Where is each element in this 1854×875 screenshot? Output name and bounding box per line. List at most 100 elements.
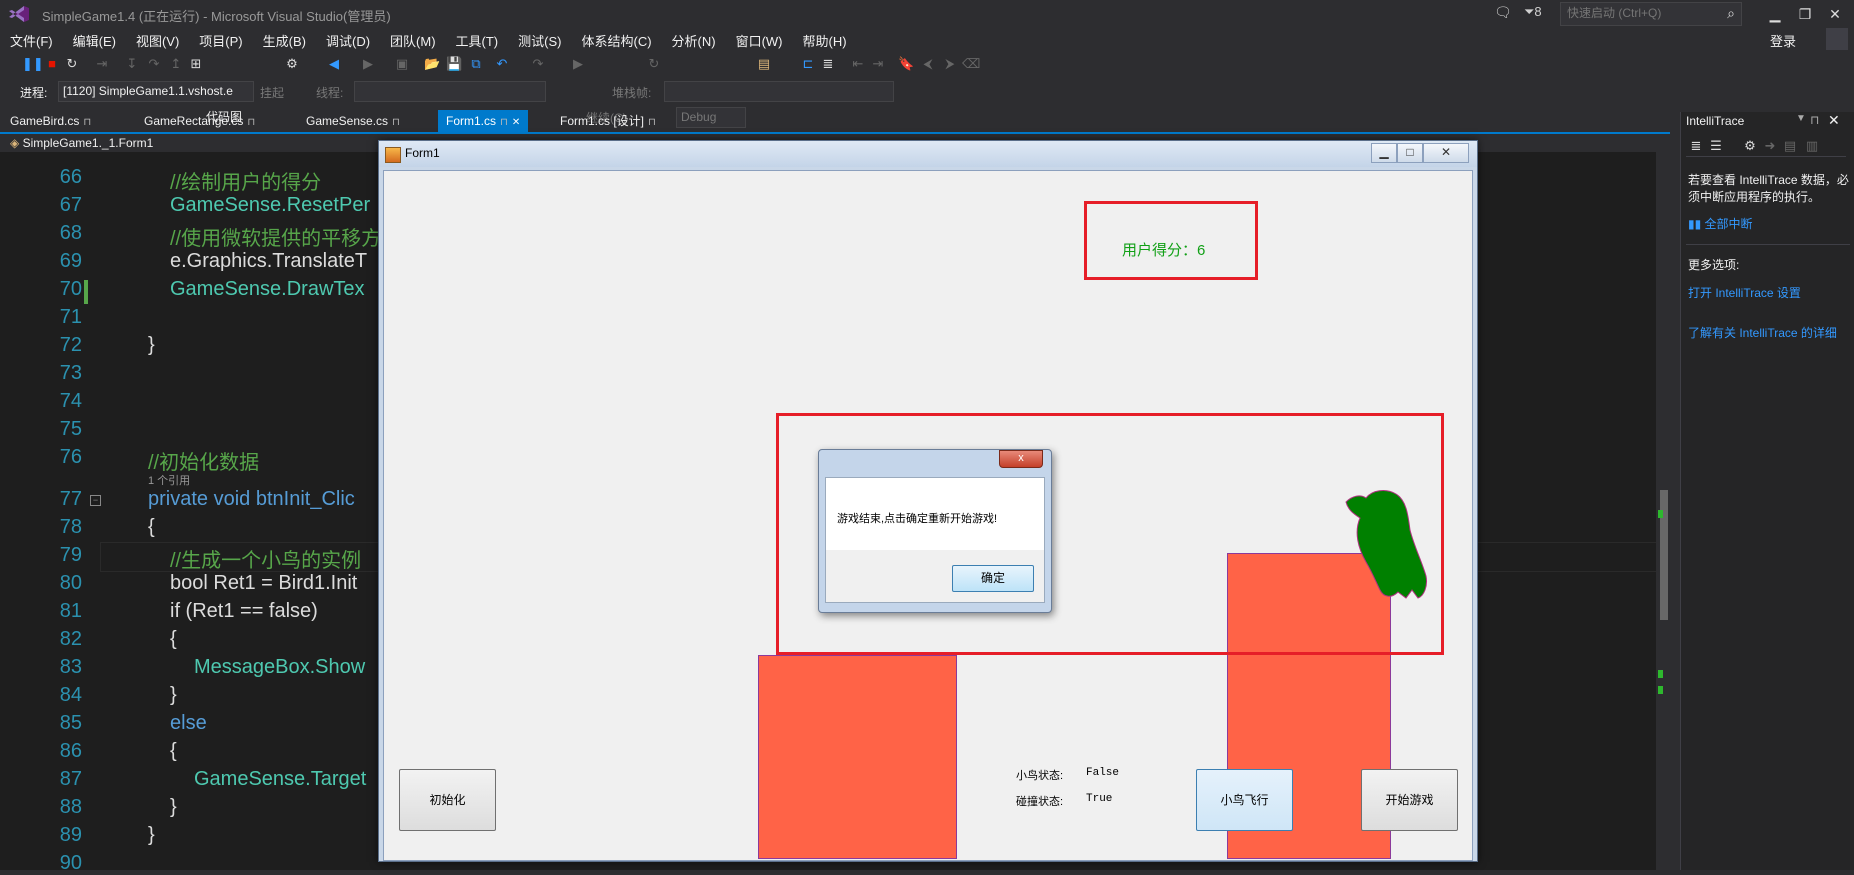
step-out-icon[interactable]: ↥ <box>168 56 184 72</box>
save-all-icon[interactable]: ⧉ <box>468 56 484 72</box>
fly-button[interactable]: 小鸟飞行 <box>1196 769 1293 831</box>
align-icon[interactable]: ⊏ <box>800 56 816 72</box>
refresh-icon[interactable]: ↻ <box>646 56 662 72</box>
pause-icon[interactable]: ❚❚ <box>22 56 44 72</box>
app-icon <box>385 147 401 163</box>
minimize-button[interactable]: ▁ <box>1760 2 1790 26</box>
line-number: 67 <box>59 194 82 216</box>
menu-file[interactable]: 文件(F) <box>0 31 63 50</box>
bookmark-icon[interactable]: 🔖 <box>898 56 914 72</box>
menu-tools[interactable]: 工具(T) <box>446 31 509 50</box>
forward-icon[interactable]: ➜ <box>1762 138 1778 154</box>
menu-window[interactable]: 窗口(W) <box>726 31 793 50</box>
clear-bookmarks-icon[interactable]: ⌫ <box>962 56 980 72</box>
pin-icon[interactable]: ⊓ <box>83 117 91 128</box>
process-select[interactable]: [1120] SimpleGame1.1.vshost.e <box>58 81 254 102</box>
menu-team[interactable]: 团队(M) <box>380 31 446 50</box>
sign-in-link[interactable]: 登录 <box>1770 31 1796 50</box>
init-button[interactable]: 初始化 <box>399 769 496 831</box>
thread-select[interactable] <box>354 81 546 102</box>
pin-icon[interactable]: ⊓ <box>1810 113 1819 127</box>
menu-help[interactable]: 帮助(H) <box>793 31 857 50</box>
indent-icon[interactable]: ⇤ <box>850 56 866 72</box>
navigate-forward-icon[interactable]: ▶ <box>360 56 376 72</box>
solution-explorer-icon[interactable]: ▤ <box>756 56 772 72</box>
menu-test[interactable]: 测试(S) <box>508 31 571 50</box>
game-over-dialog[interactable]: x 游戏结束,点击确定重新开始游戏! 确定 <box>818 449 1052 613</box>
open-file-icon[interactable]: 📂 <box>424 56 440 72</box>
code-line: GameSense.DrawTex <box>170 278 365 301</box>
outdent-icon[interactable]: ⇥ <box>870 56 886 72</box>
undo-icon[interactable]: ↶ <box>494 56 510 72</box>
menu-project[interactable]: 项目(P) <box>189 31 252 50</box>
stop-icon[interactable]: ■ <box>44 56 60 72</box>
dialog-close-button[interactable]: x <box>999 450 1043 468</box>
menu-debug[interactable]: 调试(D) <box>316 31 380 50</box>
break-all-link[interactable]: ▮▮ 全部中断 <box>1688 215 1753 232</box>
open-settings-link[interactable]: 打开 IntelliTrace 设置 <box>1688 284 1801 301</box>
menu-build[interactable]: 生成(B) <box>253 31 316 50</box>
menu-edit[interactable]: 编辑(E) <box>63 31 126 50</box>
notification-icon[interactable]: 🗨 <box>1494 4 1512 21</box>
code-line: if (Ret1 == false) <box>170 600 318 622</box>
prev-bookmark-icon[interactable]: ⮜ <box>920 56 936 72</box>
restore-button[interactable]: ❐ <box>1790 2 1820 26</box>
show-next-statement-icon[interactable]: ⇥ <box>94 56 110 72</box>
learn-more-link[interactable]: 了解有关 IntelliTrace 的详细 <box>1688 324 1837 341</box>
code-line: { <box>148 516 155 538</box>
quick-launch-box[interactable]: ⌕ <box>1560 2 1742 26</box>
step-over-icon[interactable]: ↷ <box>146 56 162 72</box>
pin-icon[interactable]: ⊓ <box>392 117 400 128</box>
stack-frame-select[interactable] <box>664 81 894 102</box>
start-game-button[interactable]: 开始游戏 <box>1361 769 1458 831</box>
tab-gamesense[interactable]: GameSense.cs ⊓ <box>298 110 408 132</box>
next-bookmark-icon[interactable]: ⮞ <box>942 56 958 72</box>
code-lens-references[interactable]: 1 个引用 <box>148 472 190 488</box>
pin-icon[interactable]: ⊓ <box>648 117 656 128</box>
open-log-icon[interactable]: ▤ <box>1782 138 1798 154</box>
feedback-count[interactable]: ⏷8 <box>1524 4 1542 20</box>
tab-gamebird[interactable]: GameBird.cs ⊓ <box>2 110 99 132</box>
form-close-button[interactable]: ✕ <box>1423 143 1469 163</box>
settings-icon[interactable]: ⚙ <box>1742 138 1758 154</box>
code-line: //初始化数据 <box>148 446 259 475</box>
save-icon[interactable]: 💾 <box>446 56 462 72</box>
panel-title: IntelliTrace <box>1686 114 1745 128</box>
menu-architecture[interactable]: 体系结构(C) <box>571 31 661 50</box>
menu-analyze[interactable]: 分析(N) <box>662 31 726 50</box>
form-maximize-button[interactable]: □ <box>1397 143 1423 163</box>
restart-icon[interactable]: ↻ <box>64 56 80 72</box>
redo-icon[interactable]: ↷ <box>530 56 546 72</box>
tab-form1-designer[interactable]: Form1.cs [设计] ⊓ <box>552 110 664 132</box>
save-log-icon[interactable]: ▥ <box>1804 138 1820 154</box>
navigate-back-icon[interactable]: ◀ <box>326 56 342 72</box>
close-icon[interactable]: ✕ <box>1828 112 1840 129</box>
diagnostics-icon[interactable]: ⚙ <box>284 56 300 72</box>
class-dropdown[interactable]: ◈ SimpleGame1._1.Form1 <box>10 136 153 150</box>
user-icon[interactable] <box>1826 28 1848 50</box>
list-view-icon[interactable]: ≣ <box>1688 138 1704 154</box>
suspend-button[interactable]: 挂起 <box>260 84 284 101</box>
new-project-icon[interactable]: ▣ <box>394 56 410 72</box>
continue-icon[interactable]: ▶ <box>570 56 586 72</box>
code-map-icon[interactable]: ⊞ <box>188 56 204 72</box>
pin-icon[interactable]: ⊓ <box>247 117 255 128</box>
line-number: 82 <box>59 628 82 650</box>
step-into-icon[interactable]: ↧ <box>124 56 140 72</box>
menu-view[interactable]: 视图(V) <box>126 31 189 50</box>
tab-close-icon[interactable]: ✕ <box>512 117 520 128</box>
format-icon[interactable]: ≣ <box>820 56 836 72</box>
close-button[interactable]: ✕ <box>1820 2 1850 26</box>
tab-gamerectange[interactable]: GameRectange.cs ⊓ <box>136 110 263 132</box>
quick-launch-input[interactable] <box>1561 3 1713 23</box>
divider <box>1686 244 1850 245</box>
tree-view-icon[interactable]: ☰ <box>1708 138 1724 154</box>
form1-title-bar[interactable]: Form1 ▁ □ ✕ <box>379 141 1477 167</box>
collapse-icon[interactable]: − <box>90 495 101 506</box>
ok-button[interactable]: 确定 <box>952 565 1034 592</box>
pin-icon[interactable]: ⊓ <box>500 117 508 128</box>
form-minimize-button[interactable]: ▁ <box>1371 143 1397 163</box>
search-icon[interactable]: ⌕ <box>1727 5 1735 22</box>
tab-form1-code[interactable]: Form1.cs ⊓ ✕ <box>438 110 529 132</box>
chevron-down-icon[interactable]: ▼ <box>1796 113 1806 124</box>
